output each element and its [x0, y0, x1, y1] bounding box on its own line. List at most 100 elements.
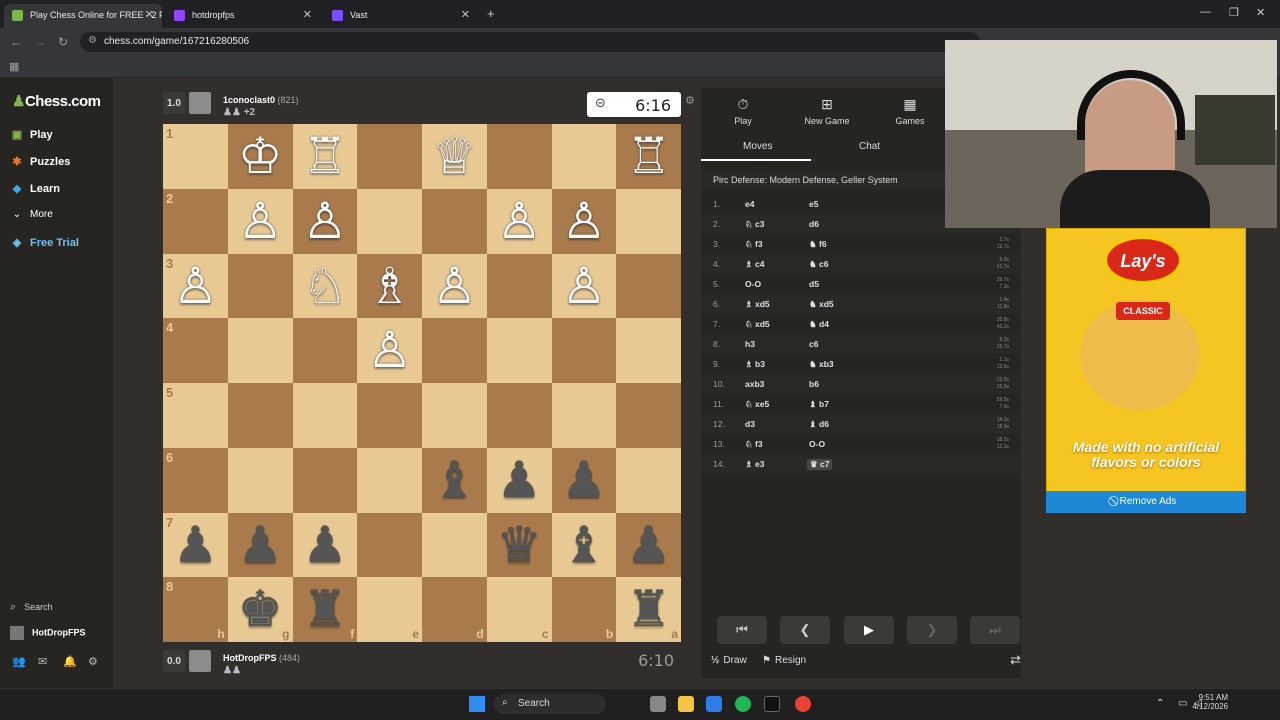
sidebar-item-puzzles[interactable]: ✱ Puzzles — [10, 155, 70, 168]
board-square[interactable]: ♜ f — [292, 577, 358, 642]
white-pawn-piece[interactable]: ♙ — [228, 189, 293, 254]
play-moves-button[interactable]: ▶ — [844, 616, 894, 644]
gear-icon[interactable]: ⚙ — [88, 655, 98, 668]
board-square[interactable] — [357, 188, 422, 254]
white-rook-piece[interactable]: ♖ — [616, 124, 681, 189]
white-rook-piece[interactable]: ♖ — [293, 124, 358, 189]
white-move[interactable]: O-O — [745, 279, 761, 289]
white-bishop-piece[interactable]: ♗ — [357, 254, 422, 319]
board-square[interactable] — [616, 318, 681, 383]
black-move[interactable]: ♝ b7 — [809, 399, 829, 410]
board-square[interactable]: 8h — [163, 577, 228, 642]
board-square[interactable] — [422, 512, 487, 578]
board-square[interactable] — [357, 447, 422, 513]
board-square[interactable]: ♝ — [551, 512, 617, 578]
board-square[interactable]: ♚ g — [227, 577, 293, 642]
board-square[interactable]: 4 — [163, 318, 228, 383]
black-rook-piece[interactable]: ♜ — [293, 577, 358, 642]
white-move[interactable]: ♗ c4 — [745, 259, 764, 270]
forward-icon[interactable]: → — [34, 35, 46, 49]
board-square[interactable]: ♘ — [292, 253, 358, 319]
black-pawn-piece[interactable]: ♟ — [552, 448, 617, 513]
white-pawn-piece[interactable]: ♙ — [293, 189, 358, 254]
white-pawn-piece[interactable]: ♙ — [487, 189, 552, 254]
close-icon[interactable]: ✕ — [303, 8, 312, 21]
board-square[interactable]: 6 — [163, 447, 228, 513]
browser-tab-vast[interactable]: Vast ✕ — [324, 4, 478, 28]
board-square[interactable] — [486, 253, 552, 319]
board-square[interactable]: ♟ — [486, 447, 552, 513]
white-knight-piece[interactable]: ♘ — [293, 254, 358, 319]
remove-ads-button[interactable]: ⃠Remove Ads — [1046, 491, 1246, 513]
board-square[interactable] — [357, 124, 422, 189]
black-move[interactable]: ♞ xd5 — [809, 299, 834, 310]
board-square[interactable] — [551, 383, 617, 448]
white-move[interactable]: ♘ f3 — [745, 239, 763, 250]
white-queen-piece[interactable]: ♕ — [422, 124, 487, 189]
black-move[interactable]: O-O — [809, 439, 825, 449]
board-square[interactable]: ♛ — [486, 512, 552, 578]
black-move[interactable]: d6 — [809, 219, 819, 229]
previous-move-button[interactable]: ❮ — [780, 616, 830, 644]
next-move-button[interactable]: ❯ — [907, 616, 957, 644]
board-square[interactable]: ♙ — [357, 318, 422, 383]
chrome-icon[interactable] — [795, 696, 811, 712]
board-square[interactable]: c — [486, 577, 552, 642]
last-move-button[interactable]: ⏭ — [970, 616, 1020, 644]
avatar[interactable] — [189, 92, 211, 114]
browser-tab-chess[interactable]: Play Chess Online for FREE - 2 P ✕ — [4, 4, 162, 28]
black-pawn-piece[interactable]: ♟ — [293, 513, 358, 578]
new-tab-button[interactable]: + — [487, 6, 495, 21]
board-square[interactable]: ♙ — [486, 188, 552, 254]
top-player-name[interactable]: 1conoclast0 (821) — [223, 95, 299, 105]
board-square[interactable] — [551, 124, 617, 189]
spotify-icon[interactable] — [735, 696, 751, 712]
board-square[interactable]: ♙ — [551, 188, 617, 254]
board-square[interactable]: ♟ — [227, 512, 293, 578]
board-square[interactable]: 2 — [163, 188, 228, 254]
maximize-button[interactable]: ❐ — [1229, 6, 1239, 19]
white-move[interactable]: e4 — [745, 199, 754, 209]
black-queen-piece[interactable]: ♛ — [487, 513, 552, 578]
tab-new-game[interactable]: ⊞ New Game — [782, 96, 872, 126]
black-pawn-piece[interactable]: ♟ — [616, 513, 681, 578]
white-move[interactable]: ♘ xd5 — [745, 319, 770, 330]
board-square[interactable]: ♙ — [422, 253, 487, 319]
sidebar-item-learn[interactable]: ◆ Learn — [10, 182, 60, 195]
sidebar-item-play[interactable]: ▣ Play — [10, 128, 53, 141]
close-window-button[interactable]: ✕ — [1256, 6, 1265, 19]
board-square[interactable]: b — [551, 577, 617, 642]
white-pawn-piece[interactable]: ♙ — [552, 189, 617, 254]
board-square[interactable] — [616, 188, 681, 254]
bottom-player-name[interactable]: HotDropFPS (484) — [223, 653, 300, 663]
white-move[interactable]: ♘ xe5 — [745, 399, 769, 410]
back-icon[interactable]: ← — [10, 35, 22, 49]
black-move[interactable]: b6 — [809, 379, 819, 389]
black-move[interactable]: e5 — [809, 199, 818, 209]
board-square[interactable]: ♔ — [227, 124, 293, 189]
board-square[interactable] — [486, 124, 552, 189]
board-square[interactable] — [227, 318, 293, 383]
black-pawn-piece[interactable]: ♟ — [487, 448, 552, 513]
white-king-piece[interactable]: ♔ — [228, 124, 293, 189]
black-bishop-piece[interactable]: ♝ — [422, 448, 487, 513]
flip-board-icon[interactable]: ⇄ — [1010, 652, 1021, 668]
board-square[interactable] — [486, 383, 552, 448]
windows-start-icon[interactable] — [469, 696, 485, 712]
board-square[interactable] — [292, 383, 358, 448]
tab-chat[interactable]: Chat — [859, 141, 880, 152]
profile-link[interactable]: HotDropFPS — [10, 626, 86, 640]
board-square[interactable]: ♙ 3 — [163, 253, 228, 319]
board-square[interactable]: d — [422, 577, 487, 642]
black-move[interactable]: d5 — [809, 279, 819, 289]
black-move[interactable]: ♞ c6 — [809, 259, 828, 270]
board-square[interactable]: e — [357, 577, 422, 642]
board-square[interactable]: ♙ — [227, 188, 293, 254]
draw-button[interactable]: ½ Draw — [711, 655, 747, 666]
board-square[interactable] — [422, 188, 487, 254]
board-square[interactable] — [422, 318, 487, 383]
board-square[interactable] — [227, 253, 293, 319]
black-move[interactable]: ♞ d4 — [809, 319, 829, 330]
board-square[interactable] — [616, 253, 681, 319]
chess-board[interactable]: 1 ♔ ♖ ♕ ♖ 2 ♙ ♙ ♙ ♙ ♙ 3 ♘ ♗ ♙ ♙ 4 ♙ 5 6 ♝ ♟ ♟ ♟ 7 ♟ ♟ ♛ ♝ ♟ 8 h ♚ g ♜ f e d c b… — [163, 124, 681, 642]
